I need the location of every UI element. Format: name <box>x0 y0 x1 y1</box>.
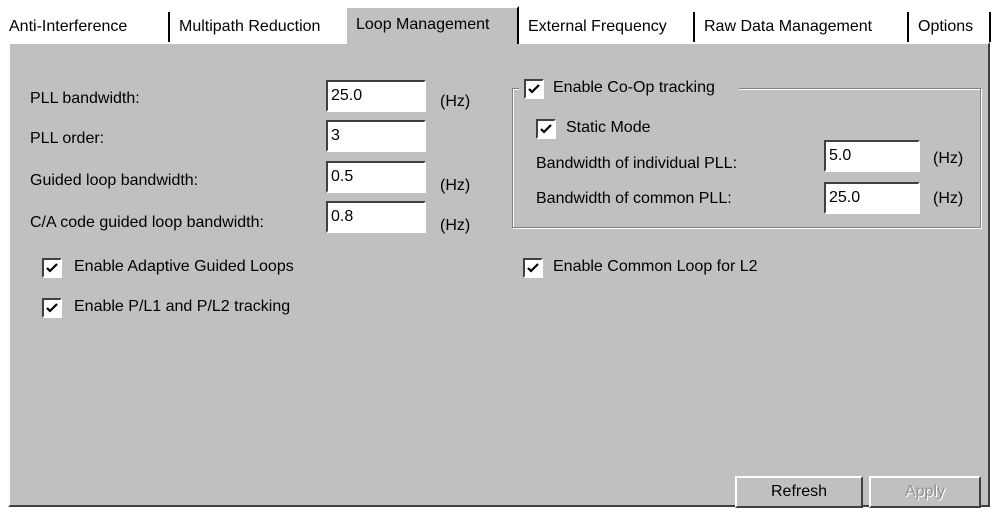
checkmark-icon <box>46 263 58 273</box>
pll-bandwidth-field[interactable] <box>326 80 426 112</box>
static-mode-label: Static Mode <box>566 119 651 136</box>
checkmark-icon <box>527 263 539 273</box>
tab-bar: Anti-Interference Multipath Reduction Lo… <box>0 0 998 46</box>
static-mode-checkbox[interactable] <box>536 119 556 139</box>
p-tracking-checkbox[interactable] <box>42 298 62 318</box>
guided-bandwidth-field[interactable] <box>326 161 426 193</box>
checkmark-icon <box>46 303 58 313</box>
refresh-button[interactable]: Refresh <box>735 476 863 508</box>
coop-tracking-label: Enable Co-Op tracking <box>553 79 715 96</box>
common-loop-l2-label: Enable Common Loop for L2 <box>553 258 758 275</box>
common-pll-field[interactable] <box>824 182 920 214</box>
individual-pll-field[interactable] <box>824 140 920 172</box>
individual-pll-unit: (Hz) <box>933 150 964 167</box>
p-tracking-label: Enable P/L1 and P/L2 tracking <box>74 298 291 315</box>
tab-raw-data-management[interactable]: Raw Data Management <box>693 12 907 42</box>
checkmark-icon <box>528 84 540 94</box>
adaptive-guided-checkbox[interactable] <box>42 258 62 278</box>
checkmark-icon <box>540 124 552 134</box>
guided-bandwidth-unit: (Hz) <box>440 177 471 194</box>
individual-pll-label: Bandwidth of individual PLL: <box>536 155 738 172</box>
common-pll-label: Bandwidth of common PLL: <box>536 190 732 207</box>
tab-loop-management[interactable]: Loop Management <box>345 6 519 44</box>
pll-bandwidth-unit: (Hz) <box>440 93 471 110</box>
apply-button[interactable]: Apply <box>869 476 981 508</box>
pll-order-field[interactable] <box>326 120 426 152</box>
tab-anti-interference[interactable]: Anti-Interference <box>0 12 168 42</box>
coop-tracking-checkbox[interactable] <box>524 79 544 99</box>
ca-guided-bandwidth-unit: (Hz) <box>440 217 471 234</box>
pll-bandwidth-label: PLL bandwidth: <box>30 90 140 107</box>
common-pll-unit: (Hz) <box>933 190 964 207</box>
tab-options[interactable]: Options <box>907 12 991 42</box>
tab-multipath-reduction[interactable]: Multipath Reduction <box>168 12 345 42</box>
tab-external-frequency[interactable]: External Frequency <box>519 12 693 42</box>
guided-bandwidth-label: Guided loop bandwidth: <box>30 172 199 189</box>
pll-order-label: PLL order: <box>30 130 105 147</box>
common-loop-l2-checkbox[interactable] <box>523 258 543 278</box>
adaptive-guided-label: Enable Adaptive Guided Loops <box>74 258 294 275</box>
ca-guided-bandwidth-label: C/A code guided loop bandwidth: <box>30 214 264 231</box>
ca-guided-bandwidth-field[interactable] <box>326 201 426 233</box>
